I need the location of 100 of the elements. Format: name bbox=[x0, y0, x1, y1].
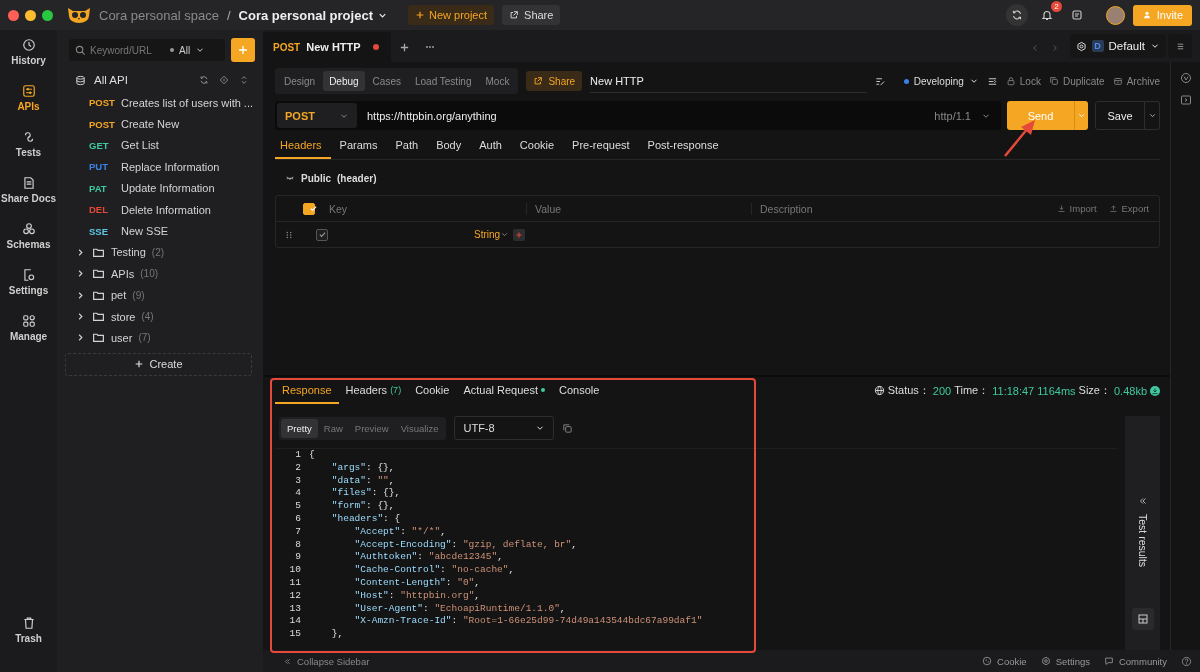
request-tab[interactable]: POST New HTTP bbox=[263, 32, 391, 62]
nav-item[interactable]: Tests bbox=[0, 130, 57, 176]
status-selector[interactable]: Developing bbox=[903, 75, 979, 87]
new-project-button[interactable]: New project bbox=[407, 5, 495, 25]
download-button[interactable] bbox=[1150, 385, 1160, 396]
filter-dropdown[interactable]: All bbox=[170, 44, 206, 56]
sync-button[interactable] bbox=[1005, 4, 1028, 26]
project-selector[interactable]: Cora personal project bbox=[238, 7, 388, 23]
copy-icon[interactable] bbox=[562, 422, 574, 434]
nav-item[interactable]: Manage bbox=[0, 314, 57, 360]
edit-icon[interactable] bbox=[874, 75, 886, 87]
api-item[interactable]: PAT Update Information bbox=[69, 177, 255, 199]
response-tab[interactable]: Headers (7) bbox=[338, 377, 409, 404]
download-icon bbox=[1151, 386, 1159, 395]
import-button[interactable]: Import bbox=[1056, 203, 1097, 214]
api-item[interactable]: SSE New SSE bbox=[69, 220, 255, 242]
required-marker[interactable] bbox=[513, 228, 526, 241]
request-section-tab[interactable]: Cookie bbox=[510, 133, 564, 159]
create-button[interactable]: Create bbox=[65, 352, 252, 376]
type-dropdown[interactable]: String bbox=[474, 229, 501, 240]
test-results-label[interactable]: Test results bbox=[1136, 514, 1149, 568]
share-button[interactable]: Share bbox=[526, 71, 583, 91]
help-icon[interactable] bbox=[1181, 655, 1192, 667]
request-section-tab[interactable]: Auth bbox=[470, 133, 511, 159]
row-checkbox[interactable] bbox=[316, 228, 328, 241]
chat-icon bbox=[1103, 656, 1114, 666]
folder-name[interactable]: Testing bbox=[111, 246, 146, 259]
api-item[interactable]: POST Create New bbox=[69, 113, 255, 135]
request-section-tab[interactable]: Params bbox=[330, 133, 387, 159]
request-section-tab[interactable]: Headers bbox=[275, 133, 331, 159]
protocol-dropdown[interactable]: http/1.1 bbox=[934, 109, 991, 122]
request-section-tab[interactable]: Path bbox=[386, 133, 428, 159]
nav-item[interactable]: Settings bbox=[0, 268, 57, 314]
view-tab[interactable]: Preview bbox=[348, 418, 395, 438]
folder-name[interactable]: pet bbox=[111, 289, 127, 302]
search-field[interactable]: Keyword/URL All bbox=[69, 39, 225, 61]
panel-icon[interactable] bbox=[1179, 94, 1192, 106]
api-item[interactable]: GET Get List bbox=[69, 134, 255, 157]
nav-item[interactable]: APIs bbox=[0, 84, 57, 130]
response-tab[interactable]: Cookie bbox=[408, 377, 457, 404]
close-button[interactable] bbox=[8, 9, 19, 21]
share-button[interactable]: Share bbox=[502, 5, 561, 25]
minimize-button[interactable] bbox=[25, 9, 36, 21]
select-all-checkbox[interactable] bbox=[303, 202, 315, 215]
layout-icon bbox=[1136, 613, 1149, 625]
export-button[interactable]: Export bbox=[1108, 203, 1149, 214]
response-tab[interactable]: Actual Request bbox=[456, 377, 552, 404]
action-button[interactable]: Lock bbox=[1005, 75, 1041, 87]
mode-tab[interactable]: Design bbox=[278, 71, 322, 91]
request-section-tab[interactable]: Body bbox=[427, 133, 471, 159]
api-name-field[interactable]: New HTTP bbox=[590, 69, 867, 93]
avatar[interactable] bbox=[1105, 5, 1125, 25]
folder-name[interactable]: store bbox=[111, 310, 136, 323]
footer-link[interactable]: Settings bbox=[1040, 655, 1090, 667]
menu-button[interactable] bbox=[1168, 34, 1192, 58]
api-item[interactable]: PUT Replace Information bbox=[69, 156, 255, 178]
response-tab[interactable]: Console bbox=[552, 377, 607, 404]
mode-tab[interactable]: Mock bbox=[479, 71, 516, 91]
nav-item[interactable]: Share Docs bbox=[0, 176, 57, 222]
locate-icon[interactable] bbox=[219, 75, 229, 85]
api-item[interactable]: DEL Delete Information bbox=[69, 198, 255, 221]
response-tab[interactable]: Response bbox=[275, 377, 339, 404]
folder-name[interactable]: APIs bbox=[111, 267, 135, 280]
indent-icon[interactable] bbox=[986, 75, 998, 87]
save-button[interactable]: Save bbox=[1095, 101, 1145, 130]
environment-selector[interactable]: D Default bbox=[1069, 34, 1166, 58]
line-number: 12 bbox=[288, 589, 302, 603]
footer-link[interactable]: Cookie bbox=[982, 655, 1027, 667]
nav-item[interactable]: Schemas bbox=[0, 222, 57, 268]
line-number: 6 bbox=[294, 513, 302, 526]
view-tab[interactable]: Raw bbox=[317, 418, 349, 438]
footer-link[interactable]: Community bbox=[1103, 655, 1167, 667]
request-section-tab[interactable]: Pre-request bbox=[563, 133, 639, 159]
check-circle-icon[interactable] bbox=[1179, 72, 1192, 84]
method-dropdown[interactable]: POST bbox=[277, 103, 357, 128]
api-item[interactable]: POST Creates list of users with ... bbox=[69, 92, 255, 114]
request-section-tab[interactable]: Post-response bbox=[638, 133, 728, 159]
tree-root-label[interactable]: All API bbox=[94, 74, 128, 86]
workspace-name[interactable]: Cora personal space bbox=[99, 7, 219, 23]
drag-handle-icon[interactable] bbox=[284, 229, 294, 240]
mode-tab[interactable]: Debug bbox=[323, 71, 365, 91]
action-button[interactable]: Duplicate bbox=[1048, 75, 1105, 87]
encoding-dropdown[interactable]: UTF-8 bbox=[454, 416, 555, 440]
action-button[interactable]: Archive bbox=[1112, 75, 1160, 87]
view-tab[interactable]: Pretty bbox=[281, 418, 318, 438]
view-tab[interactable]: Visualize bbox=[394, 418, 445, 438]
trash-item[interactable]: Trash bbox=[0, 616, 57, 662]
nav-item[interactable]: History bbox=[0, 38, 57, 84]
refresh-icon[interactable] bbox=[199, 75, 209, 85]
collapse-sidebar-button[interactable]: Collapse Sidebar bbox=[283, 655, 370, 667]
code-line: { bbox=[309, 449, 315, 462]
mode-tab[interactable]: Load Testing bbox=[408, 71, 478, 91]
layout-button[interactable] bbox=[1131, 608, 1154, 630]
status-label: Status： bbox=[887, 383, 930, 398]
folder-name[interactable]: user bbox=[111, 332, 133, 344]
double-chevron-left-icon[interactable] bbox=[1137, 496, 1148, 506]
maximize-button[interactable] bbox=[42, 9, 53, 21]
mode-tab[interactable]: Cases bbox=[366, 71, 407, 91]
url-field[interactable]: https://httpbin.org/anything bbox=[367, 109, 935, 122]
sort-icon[interactable] bbox=[239, 75, 249, 85]
